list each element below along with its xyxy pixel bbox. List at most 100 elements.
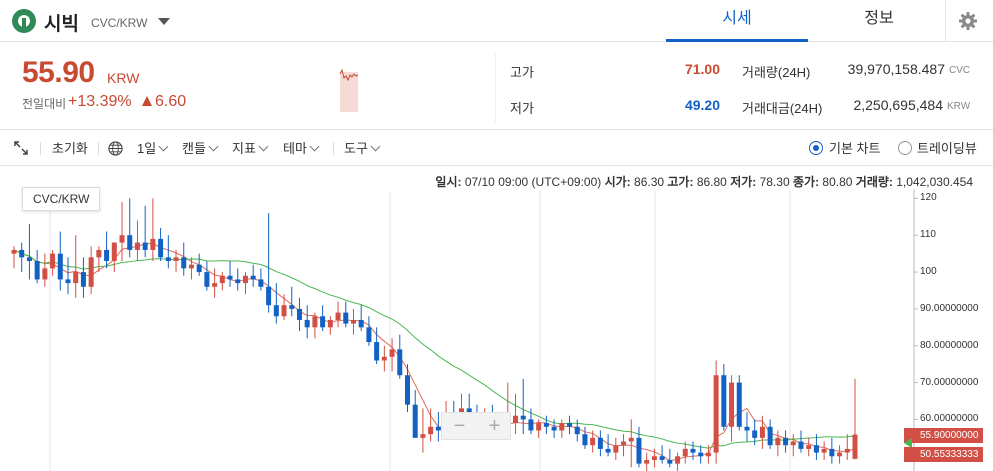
basic-chart-radio[interactable]	[809, 141, 823, 155]
candle-body	[304, 319, 310, 328]
date-value: 07/10 09:00 (UTC+09:00)	[464, 175, 602, 189]
basic-chart-label[interactable]: 기본 차트	[829, 131, 880, 166]
candle-body	[11, 249, 17, 254]
theme-dropdown[interactable]: 테마	[283, 131, 320, 166]
candle-body	[837, 452, 843, 457]
candle-body	[736, 382, 742, 427]
candle-body	[713, 375, 719, 453]
candle-body	[605, 448, 611, 453]
y-axis-tick-label: 100	[920, 266, 937, 278]
candle-body	[188, 264, 194, 269]
date-label: 일시:	[435, 175, 462, 189]
candle-body	[134, 242, 140, 250]
pair-dropdown-caret-icon[interactable]	[158, 18, 170, 25]
globe-icon[interactable]	[108, 141, 123, 156]
zoom-control: − +	[441, 412, 511, 440]
reset-button[interactable]: 초기화	[52, 131, 88, 166]
candle-body	[651, 456, 657, 460]
candle-body	[119, 235, 125, 243]
moving-average-short	[13, 242, 856, 462]
candle-body	[659, 456, 665, 460]
tradingview-label[interactable]: 트레이딩뷰	[917, 131, 977, 166]
candle-body	[675, 456, 681, 464]
coin-pair[interactable]: CVC/KRW	[91, 16, 147, 30]
chart-toolbar: 초기화 1일 캔들 지표 테마 도구 기본 차트 트레이딩뷰	[0, 131, 993, 166]
change-amount: 6.60	[155, 93, 187, 110]
interval-dropdown[interactable]: 1일	[137, 131, 169, 166]
zoom-out-button[interactable]: −	[442, 413, 477, 441]
candle-body	[273, 305, 279, 317]
change-label: 전일대비	[22, 97, 67, 111]
tradingview-radio[interactable]	[898, 141, 912, 155]
candle-body	[111, 242, 117, 261]
candle-body	[104, 249, 110, 261]
candle-body	[227, 275, 233, 280]
candle-body	[358, 319, 364, 328]
amount-value: 2,250,695,484	[853, 97, 943, 113]
y-axis-tick-label: 90.00000000	[920, 302, 979, 314]
gear-icon[interactable]	[958, 11, 978, 31]
price-unit: KRW	[107, 70, 140, 86]
candle-body	[366, 327, 372, 343]
candle-body	[721, 375, 727, 427]
candle-body	[181, 257, 187, 269]
candle-body	[775, 437, 781, 446]
candle-body	[19, 249, 25, 258]
candle-body	[705, 452, 711, 457]
candle-body	[250, 275, 256, 280]
zoom-in-button[interactable]: +	[477, 413, 512, 441]
candle-body	[636, 437, 642, 464]
low-label: 저가:	[730, 175, 757, 189]
candle-body	[520, 415, 526, 420]
candle-body	[790, 441, 796, 446]
candle-body	[96, 249, 102, 258]
candle-body	[127, 235, 133, 250]
high-value: 71.00	[684, 61, 720, 77]
current-price: 55.90	[22, 56, 95, 89]
candle-body	[590, 437, 596, 446]
y-axis-tick-label: 70.00000000	[920, 376, 979, 388]
chevron-down-icon	[158, 141, 169, 152]
indicator-dropdown[interactable]: 지표	[232, 131, 269, 166]
candle-body	[165, 257, 171, 261]
open-label: 시가:	[604, 175, 631, 189]
candle-body	[744, 426, 750, 431]
toolbar-separator	[333, 142, 334, 155]
candle-body	[381, 356, 387, 361]
candle-body	[335, 312, 341, 320]
interval-label: 1일	[137, 141, 157, 156]
candle-body	[42, 268, 48, 280]
header-divider	[945, 0, 946, 42]
low-value: 49.20	[684, 97, 720, 113]
candle-body	[852, 434, 858, 459]
toolbar-separator	[98, 142, 99, 155]
candle-body	[312, 316, 318, 328]
y-axis-tick-label: 60.00000000	[920, 413, 979, 425]
close-label: 종가:	[792, 175, 820, 189]
candle-body	[196, 264, 202, 273]
candle-body	[374, 342, 380, 361]
coin-logo-icon	[12, 9, 36, 33]
amount-unit: KRW	[947, 101, 971, 112]
volume-value: 39,970,158.487	[847, 61, 945, 77]
up-arrow-icon	[142, 96, 152, 106]
y-axis-tick-label: 120	[920, 192, 937, 204]
candle-dropdown[interactable]: 캔들	[182, 131, 219, 166]
candle-body	[204, 272, 210, 287]
candle-body	[806, 445, 812, 449]
candle-body	[513, 415, 519, 424]
indicator-label: 지표	[232, 141, 256, 156]
candle-body	[350, 319, 356, 324]
tools-dropdown[interactable]: 도구	[344, 131, 381, 166]
candle-body	[327, 319, 333, 328]
candle-label: 캔들	[182, 141, 206, 156]
price-chart[interactable]: 일시: 07/10 09:00 (UTC+09:00) 시가: 86.30 고가…	[0, 167, 993, 471]
tab-price[interactable]: 시세	[666, 0, 808, 42]
volume-value: 1,042,030.454	[896, 175, 973, 189]
candle-body	[412, 404, 418, 438]
expand-icon[interactable]	[14, 141, 28, 155]
candle-body	[543, 423, 549, 427]
candle-body	[667, 459, 673, 464]
candle-body	[158, 238, 164, 258]
tab-info[interactable]: 정보	[808, 0, 950, 42]
